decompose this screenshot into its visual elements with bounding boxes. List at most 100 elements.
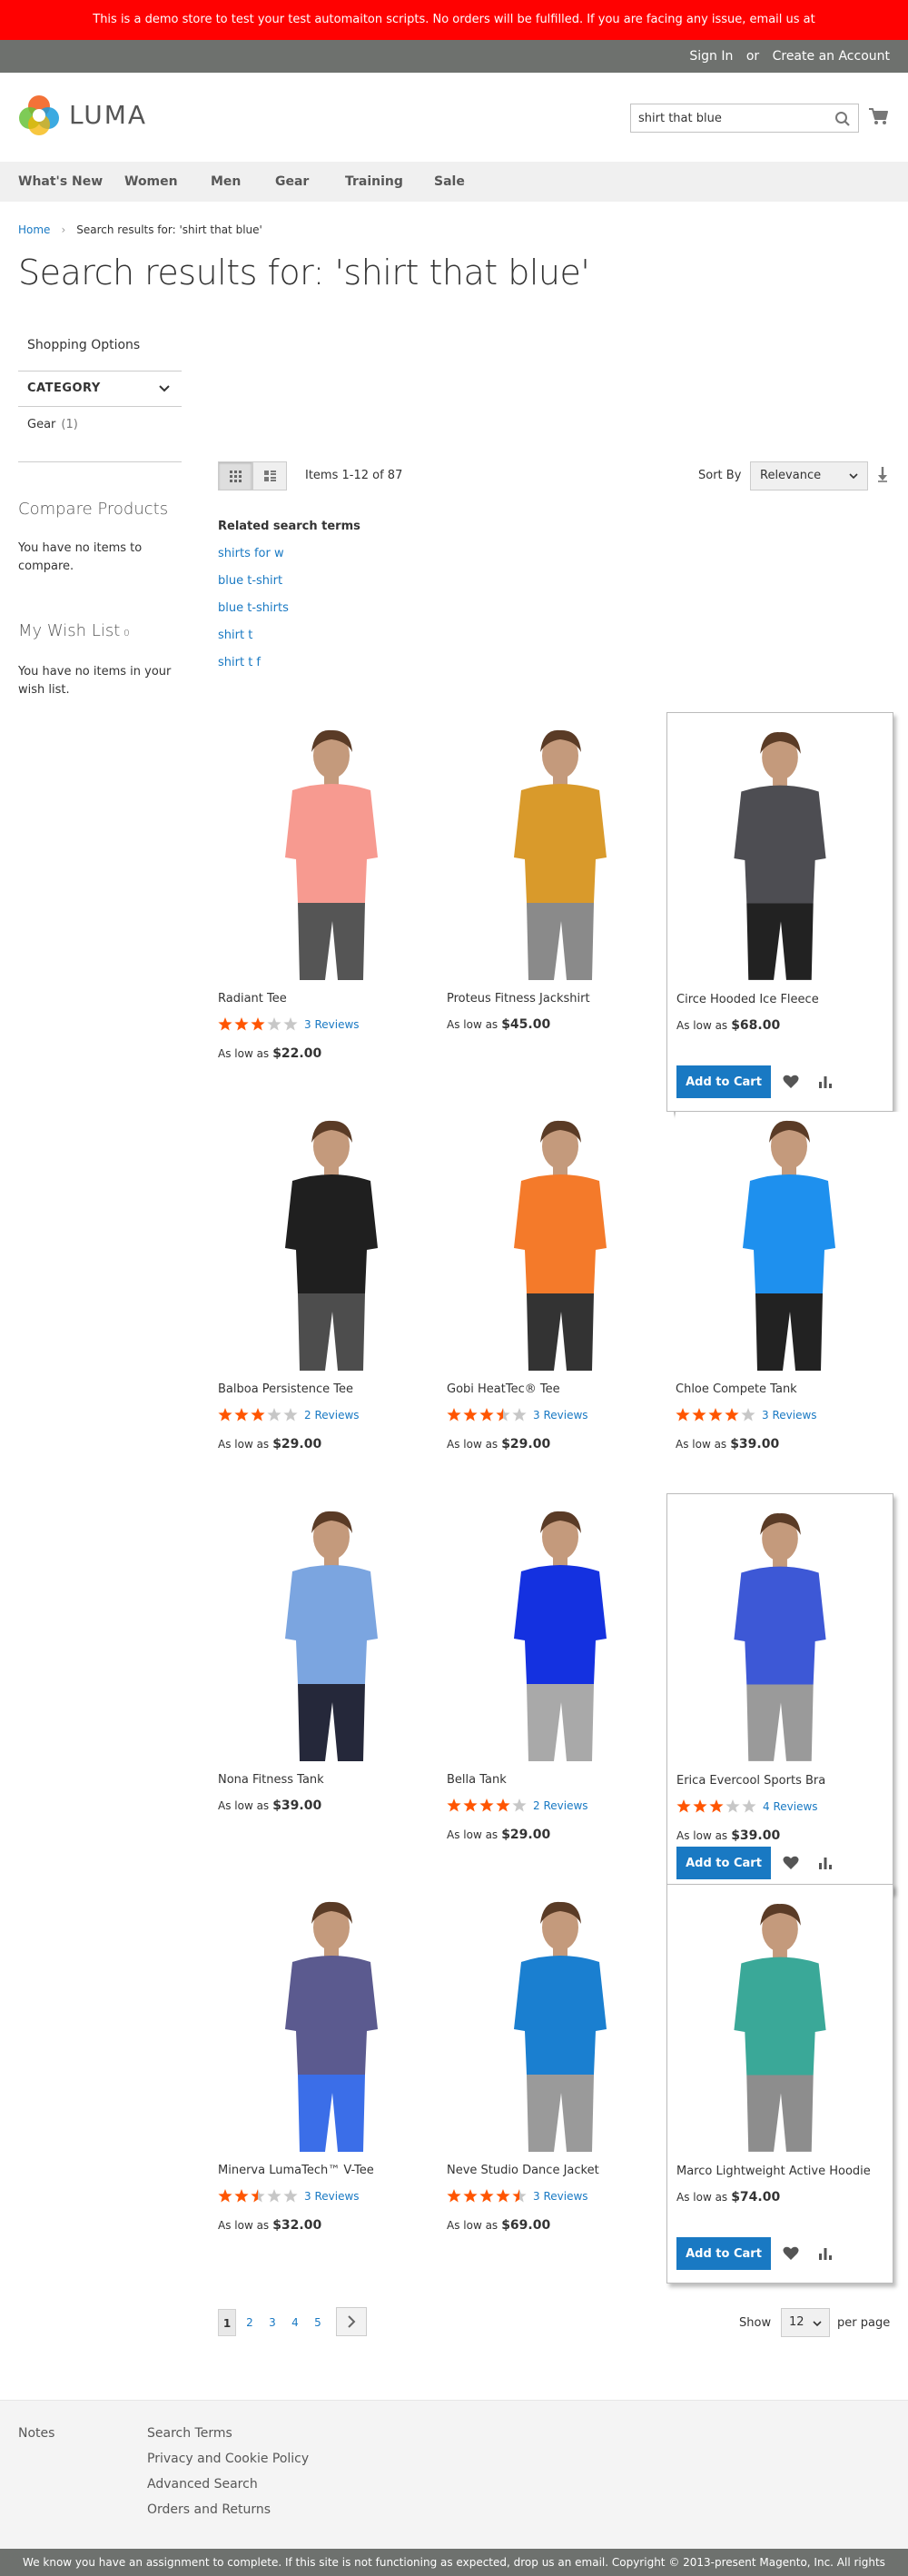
price-label: As low as [447,2219,498,2232]
product-name-link[interactable]: Minerva LumaTech™ V-Tee [218,2164,374,2177]
product-image[interactable] [667,722,893,986]
compare-chart-icon[interactable] [816,1073,834,1091]
product-image[interactable] [447,721,674,985]
category-filter-toggle[interactable]: CATEGORY [18,371,182,407]
sort-direction-arrow-icon[interactable] [875,465,890,483]
search-icon[interactable] [834,111,851,127]
related-term-link[interactable]: shirts for w [218,547,284,560]
nav-item-whats-new[interactable]: What's New [18,162,103,202]
product-image[interactable] [447,1893,674,2156]
add-to-cart-button[interactable]: Add to Cart [676,1065,771,1098]
product-reviews-link[interactable]: 2 Reviews [533,1799,588,1812]
heart-icon[interactable] [782,2244,800,2263]
limiter-select[interactable]: 12 [781,2308,830,2337]
grid-mode-button[interactable] [218,461,252,490]
sort-by-select[interactable]: Relevance [750,461,868,490]
product-card[interactable]: Radiant Tee 3 Reviews As low as $22.00 [218,712,445,1112]
product-price: As low as $69.00 [447,2218,550,2233]
product-reviews-link[interactable]: 4 Reviews [763,1800,818,1813]
category-filter-item-gear[interactable]: Gear (1) [27,418,78,431]
nav-item-gear[interactable]: Gear [275,162,309,202]
product-card[interactable]: Erica Evercool Sports Bra 4 Reviews As low… [666,1493,893,1893]
next-page-button[interactable] [336,2307,367,2336]
related-term-link[interactable]: shirt t [218,629,252,642]
price-label: As low as [676,1019,728,1032]
product-name-link[interactable]: Balboa Persistence Tee [218,1382,353,1396]
product-image[interactable] [447,1502,674,1766]
footer-link-orders-returns[interactable]: Orders and Returns [147,2502,271,2517]
add-to-cart-button[interactable]: Add to Cart [676,1847,771,1879]
product-image[interactable] [447,1112,674,1375]
product-price: As low as $29.00 [218,1437,321,1451]
product-image[interactable] [218,1502,445,1766]
product-image[interactable] [676,1112,903,1375]
nav-item-sale[interactable]: Sale [434,162,465,202]
page-link[interactable]: 3 [263,2309,281,2336]
product-reviews-link[interactable]: 3 Reviews [533,2190,588,2203]
footer-link-privacy[interactable]: Privacy and Cookie Policy [147,2452,309,2466]
product-name-link[interactable]: Bella Tank [447,1773,507,1787]
product-name-link[interactable]: Gobi HeatTec® Tee [447,1382,560,1396]
product-name-link[interactable]: Erica Evercool Sports Bra [676,1774,825,1788]
footer-link-search-terms[interactable]: Search Terms [147,2426,232,2441]
page-link[interactable]: 2 [241,2309,259,2336]
product-name-link[interactable]: Neve Studio Dance Jacket [447,2164,599,2177]
product-card[interactable]: Chloe Compete Tank 3 Reviews As low as $39.… [676,1103,903,1502]
product-name-link[interactable]: Marco Lightweight Active Hoodie [676,2165,871,2178]
sign-in-link[interactable]: Sign In [689,49,733,64]
product-name-link[interactable]: Circe Hooded Ice Fleece [676,993,819,1006]
search-input[interactable] [631,104,822,132]
product-card[interactable]: Minerva LumaTech™ V-Tee 3 Reviews As low a… [218,1884,445,2284]
compare-chart-icon[interactable] [816,1854,834,1872]
cart-icon[interactable] [868,105,890,127]
related-term-link[interactable]: shirt t f [218,656,261,669]
product-image[interactable] [218,721,445,985]
product-image[interactable] [667,1894,893,2157]
product-card[interactable]: Bella Tank 2 Reviews As low as $29.00 [447,1493,674,1893]
product-reviews-link[interactable]: 2 Reviews [304,1409,360,1422]
product-name-link[interactable]: Nona Fitness Tank [218,1773,324,1787]
product-card[interactable]: Balboa Persistence Tee 2 Reviews As low as… [218,1103,445,1502]
create-account-link[interactable]: Create an Account [773,49,890,64]
breadcrumb-home-link[interactable]: Home [18,223,50,236]
product-image[interactable] [218,1893,445,2156]
nav-item-men[interactable]: Men [211,162,241,202]
luma-logo[interactable]: LUMA [18,94,154,136]
nav-item-training[interactable]: Training [345,162,403,202]
product-reviews-link[interactable]: 3 Reviews [304,1018,360,1031]
product-card[interactable]: Marco Lightweight Active Hoodie As low as… [666,1884,893,2284]
heart-icon[interactable] [782,1073,800,1091]
product-image[interactable] [667,1503,893,1767]
list-mode-button[interactable] [252,461,287,490]
heart-icon[interactable] [782,1854,800,1872]
wishlist-title: My Wish List 0 [18,621,130,640]
product-reviews-link[interactable]: 3 Reviews [762,1409,817,1422]
product-card[interactable]: Gobi HeatTec® Tee 3 Reviews As low as $29.0… [447,1103,674,1502]
product-card[interactable]: Proteus Fitness Jackshirt As low as $45.00 [447,712,674,1112]
page-link[interactable]: 4 [286,2309,304,2336]
price-value: $45.00 [501,1017,551,1032]
nav-item-women[interactable]: Women [124,162,178,202]
product-image[interactable] [218,1112,445,1375]
add-to-cart-button[interactable]: Add to Cart [676,2237,771,2270]
related-term-link[interactable]: blue t-shirts [218,601,289,615]
price-label: As low as [218,1047,270,1060]
footer-link-advanced-search[interactable]: Advanced Search [147,2477,258,2492]
product-reviews-link[interactable]: 3 Reviews [533,1409,588,1422]
product-name-link[interactable]: Radiant Tee [218,992,287,1006]
product-card[interactable]: Nona Fitness Tank As low as $39.00 [218,1493,445,1893]
product-price: As low as $39.00 [676,1828,780,1843]
wishlist-title-text: My Wish List [18,621,121,640]
related-term-link[interactable]: blue t-shirt [218,574,282,588]
price-value: $39.00 [730,1437,780,1451]
product-card[interactable]: Circe Hooded Ice Fleece As low as $68.00 Ad… [666,712,893,1112]
compare-chart-icon[interactable] [816,2244,834,2263]
chevron-right-icon [348,2315,356,2328]
product-card[interactable]: Neve Studio Dance Jacket 3 Reviews As low … [447,1884,674,2284]
product-name-link[interactable]: Chloe Compete Tank [676,1382,797,1396]
page-link[interactable]: 5 [309,2309,327,2336]
rating-stars-icon [218,1408,298,1422]
product-reviews-link[interactable]: 3 Reviews [304,2190,360,2203]
price-label: As low as [447,1438,498,1451]
product-name-link[interactable]: Proteus Fitness Jackshirt [447,992,590,1006]
